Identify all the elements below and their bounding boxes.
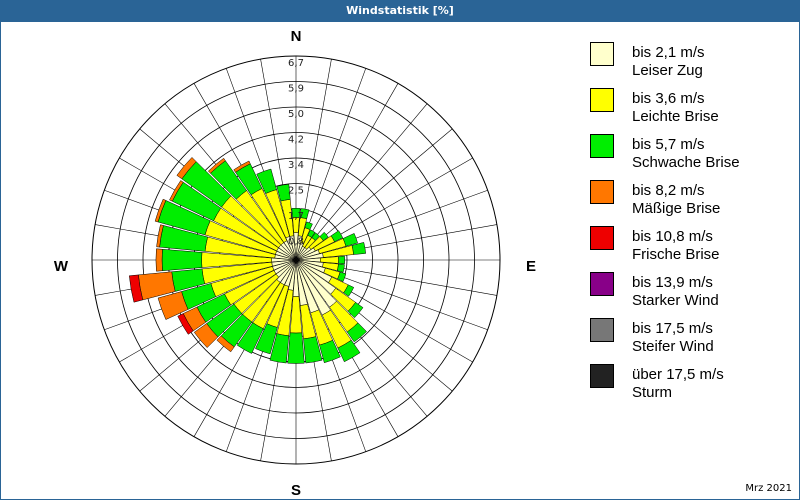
legend-desc: Mäßige Brise [632,200,721,217]
rose-wedge [336,263,345,273]
legend-item: bis 5,7 m/s Schwache Brise [590,134,795,180]
rose-wedge [155,248,163,272]
chart-title: Windstatistik [%] [0,0,800,21]
date-label: Mrz 2021 [745,483,792,494]
legend-item: bis 3,6 m/s Leichte Brise [590,88,795,134]
legend-item: über 17,5 m/s Sturm [590,364,795,410]
legend-desc: Schwache Brise [632,154,740,171]
legend-label: bis 5,7 m/s [632,136,705,153]
ring-label: 3,4 [288,160,304,171]
legend-swatch [590,318,614,342]
legend-item: bis 10,8 m/s Frische Brise [590,226,795,272]
legend-label: über 17,5 m/s [632,366,724,383]
legend-label: bis 3,6 m/s [632,90,705,107]
rose-wedge [287,332,305,364]
legend-desc: Leichte Brise [632,108,719,125]
legend-swatch [590,180,614,204]
legend: bis 2,1 m/s Leiser Zug bis 3,6 m/s Leich… [590,42,795,410]
legend-swatch [590,42,614,66]
legend-desc: Frische Brise [632,246,720,263]
ring-label: 0,8 [288,237,304,248]
direction-north: N [291,28,302,45]
legend-label: bis 17,5 m/s [632,320,713,337]
legend-desc: Leiser Zug [632,62,703,79]
legend-swatch [590,364,614,388]
legend-desc: Sturm [632,384,673,401]
legend-item: bis 2,1 m/s Leiser Zug [590,42,795,88]
direction-west: W [54,258,69,275]
legend-item: bis 17,5 m/s Steifer Wind [590,318,795,364]
ring-label: 5,9 [288,84,304,95]
legend-label: bis 13,9 m/s [632,274,713,291]
ring-label: 6,7 [288,58,304,69]
legend-swatch [590,226,614,250]
legend-label: bis 8,2 m/s [632,182,705,199]
legend-item: bis 13,9 m/s Starker Wind [590,272,795,318]
legend-item: bis 8,2 m/s Mäßige Brise [590,180,795,226]
ring-label: 5,0 [288,109,304,120]
direction-south: S [291,482,301,498]
rose-wedge [338,255,345,265]
legend-desc: Starker Wind [632,292,719,309]
legend-label: bis 10,8 m/s [632,228,713,245]
rose-wedge [161,248,203,272]
legend-swatch [590,272,614,296]
rose-bars [129,157,367,364]
direction-east: E [526,258,536,275]
legend-swatch [590,134,614,158]
ring-label: 4,2 [288,135,304,146]
legend-label: bis 2,1 m/s [632,44,705,61]
ring-label: 1,7 [288,211,304,222]
legend-desc: Steifer Wind [632,338,714,355]
ring-label: 2,5 [288,186,304,197]
legend-swatch [590,88,614,112]
